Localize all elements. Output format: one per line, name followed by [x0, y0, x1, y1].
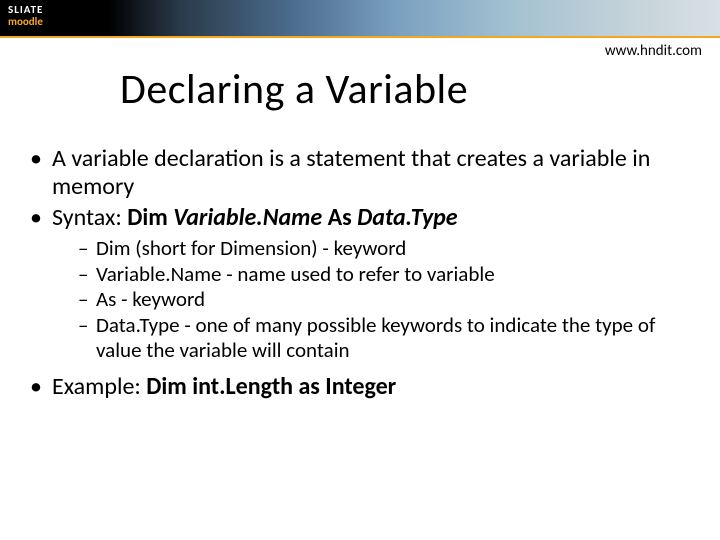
url-text: www.hndit.com [605, 42, 702, 60]
bullet-item: A variable declaration is a statement th… [30, 145, 690, 202]
bullet-text: A variable declaration is a statement th… [52, 144, 650, 201]
bullet-list: A variable declaration is a statement th… [30, 145, 690, 401]
code-dim: Dim [127, 203, 173, 232]
slide-title: Declaring a Variable [120, 64, 720, 115]
example-label: Example: [52, 372, 146, 401]
dash-item: As - keyword [78, 287, 690, 312]
slide: SLIATE moodle www.hndit.com Declaring a … [0, 0, 720, 540]
banner-logo: SLIATE moodle [8, 4, 43, 28]
dash-item: Variable.Name - name used to refer to va… [78, 262, 690, 287]
dash-list: Dim (short for Dimension) - keyword Vari… [78, 236, 690, 363]
content-area: A variable declaration is a statement th… [30, 145, 690, 401]
logo-text-2: moodle [8, 15, 43, 28]
example-code: Dim int.Length as Integer [146, 372, 396, 401]
syntax-code: Dim Variable.Name As Data.Type [127, 203, 457, 232]
dash-item: Data.Type - one of many possible keyword… [78, 313, 690, 363]
syntax-label: Syntax: [52, 203, 127, 232]
code-datatype: Data.Type [357, 203, 457, 232]
logo-text-1: SLIATE [8, 3, 43, 16]
bullet-item: Syntax: Dim Variable.Name As Data.Type D… [30, 204, 690, 363]
code-varname: Variable.Name [173, 203, 322, 232]
banner: SLIATE moodle [0, 0, 720, 38]
bullet-item: Example: Dim int.Length as Integer [30, 373, 690, 401]
code-as: As [322, 203, 357, 232]
dash-item: Dim (short for Dimension) - keyword [78, 236, 690, 261]
